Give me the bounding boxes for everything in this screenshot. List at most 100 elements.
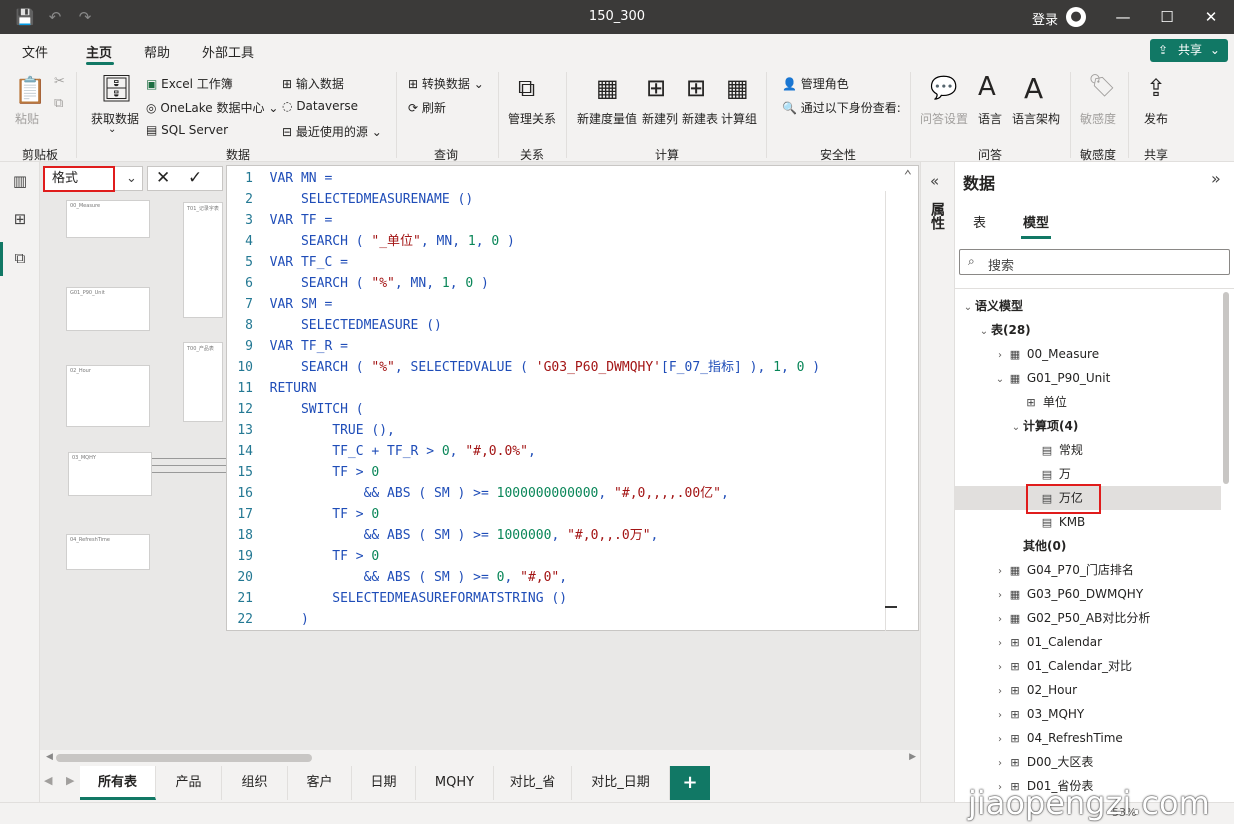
chevron-right-icon[interactable]: ›	[993, 584, 1007, 608]
checkmark-icon[interactable]: ✓	[188, 168, 202, 188]
scroll-right-icon[interactable]: ▶	[909, 752, 916, 762]
report-view-icon[interactable]: ▥	[10, 172, 30, 192]
code-line[interactable]: 7 VAR SM =	[227, 294, 332, 315]
code-line[interactable]: 12 SWITCH (	[227, 399, 363, 420]
table-card[interactable]: 03_MQHY	[68, 452, 152, 496]
chevron-right-icon[interactable]: ›	[993, 728, 1007, 752]
code-line[interactable]: 8 SELECTEDMEASURE ()	[227, 315, 442, 336]
paste-button[interactable]: 粘贴	[15, 110, 39, 127]
code-line[interactable]: 11 RETURN	[227, 378, 316, 399]
code-line[interactable]: 2 SELECTEDMEASURENAME ()	[227, 189, 473, 210]
calc-group-button[interactable]: 计算组	[721, 110, 757, 127]
sensitivity-button[interactable]: 敏感度	[1080, 110, 1116, 127]
excel-button[interactable]: ▣ Excel 工作簿	[146, 75, 233, 92]
tree-item[interactable]: › ▦ G03_P60_DWMQHY	[955, 582, 1221, 606]
code-line[interactable]: 20 && ABS ( SM ) >= 0, "#,0",	[227, 567, 567, 588]
transform-data-button[interactable]: ⊞ 转换数据 ⌄	[408, 75, 484, 92]
publish-button[interactable]: 发布	[1144, 110, 1168, 127]
scroll-thumb[interactable]	[56, 754, 312, 762]
tab-compare-province[interactable]: 对比_省	[494, 766, 572, 800]
dax-editor[interactable]: 1 VAR MN = 2 SELECTEDMEASURENAME () 3 VAR …	[226, 165, 919, 631]
code-line[interactable]: 19 TF > 0	[227, 546, 379, 567]
tree-item[interactable]: 其他(0)	[955, 534, 1221, 558]
refresh-button[interactable]: ⟳ 刷新	[408, 99, 446, 116]
minimize-icon[interactable]: —	[1112, 6, 1134, 28]
table-card[interactable]: 04_RefreshTime	[66, 534, 150, 570]
code-line[interactable]: 15 TF > 0	[227, 462, 379, 483]
tree-item[interactable]: ▤ 万	[955, 462, 1221, 486]
tree-item[interactable]: › ⊞ 01_Calendar_对比	[955, 654, 1221, 678]
table-card[interactable]: T01_记录字表	[183, 202, 223, 318]
chevron-right-icon[interactable]: ›	[993, 608, 1007, 632]
table-card[interactable]: 00_Measure	[66, 200, 150, 238]
chevron-down-icon[interactable]: ⌄	[1009, 416, 1023, 440]
tree-item[interactable]: ⊞ 单位	[955, 390, 1221, 414]
scroll-left-icon[interactable]: ◀	[46, 752, 53, 762]
collapse-left-icon[interactable]: «	[930, 172, 939, 190]
tab-date[interactable]: 日期	[352, 766, 416, 800]
tree-item[interactable]: › ⊞ 04_RefreshTime	[955, 726, 1221, 750]
table-view-icon[interactable]: ⊞	[10, 210, 30, 230]
add-layout-button[interactable]: +	[670, 766, 710, 800]
tree-item[interactable]: › ⊞ 03_MQHY	[955, 702, 1221, 726]
table-card[interactable]: G01_P90_Unit	[66, 287, 150, 331]
new-measure-button[interactable]: 新建度量值	[577, 110, 637, 127]
code-line[interactable]: 6 SEARCH ( "%", MN, 1, 0 )	[227, 273, 489, 294]
tree-item[interactable]: ▤ 常规	[955, 438, 1221, 462]
chevron-right-icon[interactable]: ›	[993, 632, 1007, 656]
code-line[interactable]: 1 VAR MN =	[227, 168, 332, 189]
properties-strip[interactable]: « 属性	[920, 162, 954, 802]
chevron-down-icon[interactable]: ⌄	[961, 296, 975, 320]
qa-setup-button[interactable]: 问答设置	[920, 110, 968, 127]
view-as-button[interactable]: 🔍 通过以下身份查看:	[782, 99, 901, 116]
menu-file[interactable]: 文件	[22, 42, 48, 61]
tree-item[interactable]: ⌄ 表(28)	[955, 318, 1221, 342]
tab-next-icon[interactable]: ▶	[66, 774, 74, 787]
tab-prev-icon[interactable]: ◀	[44, 774, 52, 787]
code-line[interactable]: 3 VAR TF =	[227, 210, 332, 231]
tab-customer[interactable]: 客户	[288, 766, 352, 800]
manage-roles-button[interactable]: 👤 管理角色	[782, 75, 849, 92]
menu-external-tools[interactable]: 外部工具	[202, 42, 254, 61]
new-table-button[interactable]: 新建表	[682, 110, 718, 127]
recent-sources-button[interactable]: ⊟ 最近使用的源 ⌄	[282, 123, 382, 140]
chevron-down-icon[interactable]: ⌄	[977, 320, 991, 344]
maximize-icon[interactable]: ☐	[1156, 6, 1178, 28]
collapse-icon[interactable]: ⌃	[904, 168, 912, 184]
chevron-down-icon[interactable]: ⌄	[118, 166, 145, 191]
language-button[interactable]: 语言	[978, 110, 1002, 127]
onelake-button[interactable]: ◎ OneLake 数据中心 ⌄	[146, 99, 278, 116]
signin-link[interactable]: 登录	[1032, 9, 1058, 28]
horizontal-scrollbar[interactable]: ◀ ▶	[40, 750, 920, 766]
code-line[interactable]: 14 TF_C + TF_R > 0, "#,0.0%",	[227, 441, 535, 462]
tree-item[interactable]: › ⊞ D00_大区表	[955, 750, 1221, 774]
manage-relationships-button[interactable]: 管理关系	[508, 110, 556, 127]
chevron-right-icon[interactable]: ›	[993, 704, 1007, 728]
tree-item[interactable]: ⌄ 语义模型	[955, 294, 1221, 318]
tab-model[interactable]: 模型	[1023, 212, 1049, 231]
sql-server-button[interactable]: ▤ SQL Server	[146, 123, 228, 137]
tab-all-tables[interactable]: 所有表	[80, 766, 156, 800]
code-line[interactable]: 5 VAR TF_C =	[227, 252, 348, 273]
chevron-right-icon[interactable]: ›	[993, 680, 1007, 704]
search-input[interactable]: ⌕ 搜索	[959, 249, 1230, 275]
linguistic-schema-button[interactable]: 语言架构	[1012, 110, 1060, 127]
code-line[interactable]: 22 )	[227, 609, 308, 630]
tab-compare-date[interactable]: 对比_日期	[572, 766, 670, 800]
chevron-down-icon[interactable]: ⌄	[993, 368, 1007, 392]
menu-help[interactable]: 帮助	[144, 42, 170, 61]
code-line[interactable]: 18 && ABS ( SM ) >= 1000000, "#,0,,.0万",	[227, 525, 658, 546]
code-line[interactable]: 17 TF > 0	[227, 504, 379, 525]
tab-mqhy[interactable]: MQHY	[416, 766, 494, 800]
avatar-icon[interactable]: ●	[1066, 7, 1086, 27]
tree-item[interactable]: › ▦ 00_Measure	[955, 342, 1221, 366]
table-card[interactable]: T00_产品表	[183, 342, 223, 422]
tree-item[interactable]: ⌄ 计算项(4)	[955, 414, 1221, 438]
enter-data-button[interactable]: ⊞ 输入数据	[282, 75, 344, 92]
tree-item[interactable]: › ⊞ 02_Hour	[955, 678, 1221, 702]
code-line[interactable]: 4 SEARCH ( "_单位", MN, 1, 0 )	[227, 231, 515, 252]
dataverse-button[interactable]: ◌ Dataverse	[282, 99, 358, 113]
tab-org[interactable]: 组织	[222, 766, 288, 800]
pane-scrollbar[interactable]	[1223, 292, 1229, 484]
code-line[interactable]: 13 TRUE (),	[227, 420, 395, 441]
